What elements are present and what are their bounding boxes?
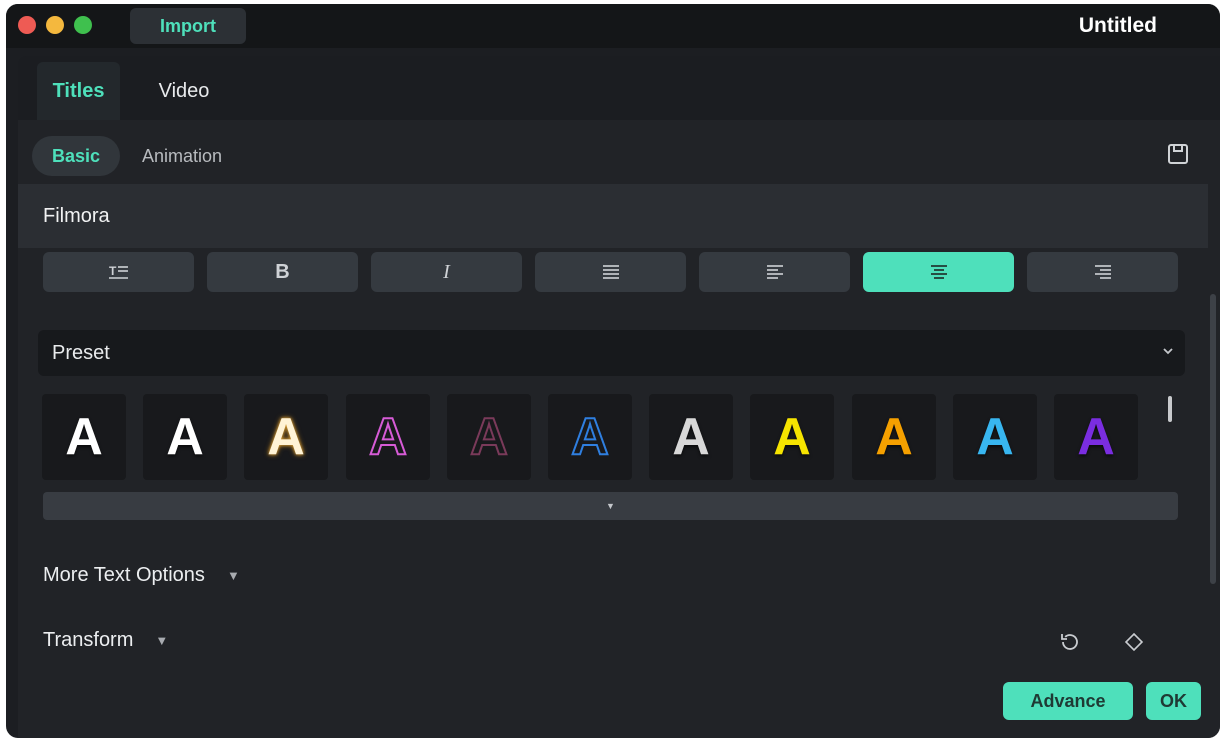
preset-letter: A [672,408,710,466]
preset-item[interactable]: A [1054,394,1138,480]
preset-letter: A [570,408,610,466]
ok-button[interactable]: OK [1146,682,1201,720]
preset-item[interactable]: A [852,394,936,480]
align-center-icon [930,265,947,279]
align-right-button[interactable] [1027,252,1178,292]
reset-icon[interactable] [1058,630,1082,654]
tab-video[interactable]: Video [144,62,224,120]
preset-item[interactable]: A [953,394,1037,480]
align-left-button[interactable] [699,252,850,292]
align-left-icon [766,265,783,279]
preset-letter: A [469,408,509,466]
save-preset-icon[interactable] [1166,142,1190,166]
text-size-button[interactable]: T [43,252,194,292]
preset-item[interactable]: A [244,394,328,480]
transform-toggle[interactable]: Transform ▼ [43,629,168,652]
preset-letter: A [773,408,811,466]
transform-label: Transform [43,629,134,651]
preset-letter: A [1077,408,1115,466]
advance-button[interactable]: Advance [1003,682,1133,720]
tab-titles[interactable]: Titles [37,62,120,120]
subtab-animation[interactable]: Animation [136,136,228,176]
text-format-toolbar: T B I [43,252,1183,292]
titles-panel: Titles Video Basic Animation Filmora T B… [18,56,1220,738]
tab-bar: Titles Video [18,56,1220,120]
close-window-button[interactable] [18,16,36,34]
keyframe-diamond-icon[interactable] [1124,632,1144,652]
preset-item[interactable]: A [447,394,531,480]
preset-letter: A [875,408,913,466]
bold-button[interactable]: B [207,252,358,292]
panel-scrollbar-thumb[interactable] [1210,294,1216,584]
justify-button[interactable] [535,252,686,292]
editor-window: Import Untitled Titles Video Basic Anima… [6,4,1220,738]
triangle-down-icon: ▼ [155,633,169,648]
more-text-options-toggle[interactable]: More Text Options ▼ [43,564,240,587]
title-bar: Import Untitled [6,4,1220,48]
preset-grid-scrollbar[interactable] [1168,396,1172,422]
align-right-icon [1094,265,1111,279]
subtab-basic[interactable]: Basic [32,136,120,176]
more-text-options-label: More Text Options [43,564,205,586]
import-button[interactable]: Import [130,8,246,44]
svg-text:T: T [109,264,117,278]
triangle-down-icon: ▼ [226,568,240,583]
preset-item[interactable]: A [143,394,227,480]
preset-item[interactable]: A [42,394,126,480]
preset-item[interactable]: A [548,394,632,480]
preset-label: Preset [52,341,110,364]
preset-grid: AAAAAAAAAAA [42,394,1142,480]
preset-letter: A [65,408,103,466]
text-size-icon: T [108,264,128,279]
preset-letter: A [976,408,1014,466]
window-title: Untitled [1078,14,1157,37]
align-justify-icon [602,265,619,279]
preset-item[interactable]: A [750,394,834,480]
title-text-field[interactable]: Filmora [18,184,1208,248]
maximize-window-button[interactable] [74,16,92,34]
preset-letter: A [368,408,408,466]
preset-dropdown[interactable]: Preset [38,330,1185,376]
minimize-window-button[interactable] [46,16,64,34]
preset-letter: A [267,408,305,466]
preset-letter: A [166,408,204,466]
italic-button[interactable]: I [371,252,522,292]
preset-item[interactable]: A [649,394,733,480]
align-center-button[interactable] [863,252,1014,292]
triangle-down-icon: ▼ [606,501,615,511]
expand-presets-bar[interactable]: ▼ [43,492,1178,520]
chevron-down-icon [1163,348,1173,355]
preset-item[interactable]: A [346,394,430,480]
